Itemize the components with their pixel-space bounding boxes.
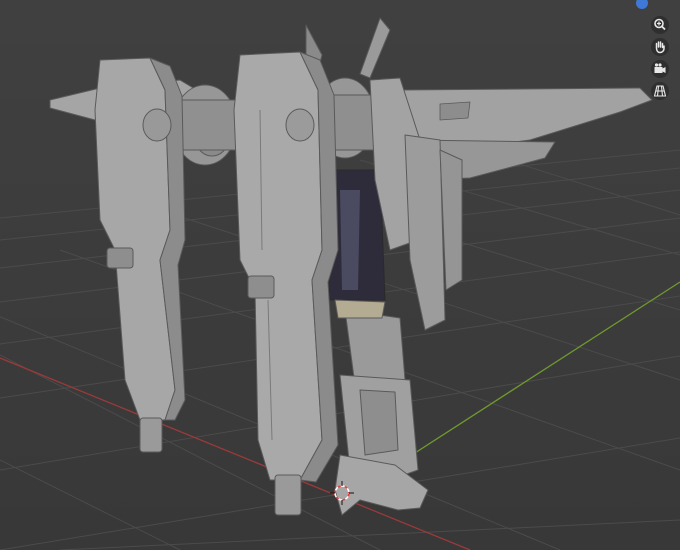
leg-armor <box>359 389 399 456</box>
shield-left-clamp <box>106 247 134 269</box>
camera-button[interactable] <box>646 58 674 80</box>
wing-right-inner <box>439 101 471 121</box>
grid-perspective-icon <box>651 82 669 100</box>
leg-upper <box>344 309 406 386</box>
hand-icon <box>651 38 669 56</box>
navigation-controls <box>646 0 674 104</box>
camera-icon <box>651 60 669 78</box>
3d-viewport[interactable] <box>0 0 680 550</box>
torso-highlight <box>340 190 360 290</box>
viewport-scene[interactable] <box>0 0 680 550</box>
waist-skirt <box>334 299 386 319</box>
shield-left-knob <box>142 108 172 142</box>
shield-right-clamp <box>247 275 275 299</box>
magnifier-plus-icon <box>651 16 669 34</box>
zoom-button[interactable] <box>646 14 674 36</box>
shield-right-knob <box>285 108 315 142</box>
perspective-toggle-button[interactable] <box>646 80 674 102</box>
pan-button[interactable] <box>646 36 674 58</box>
shield-right-peg <box>274 474 302 516</box>
shield-left-peg <box>139 417 163 453</box>
